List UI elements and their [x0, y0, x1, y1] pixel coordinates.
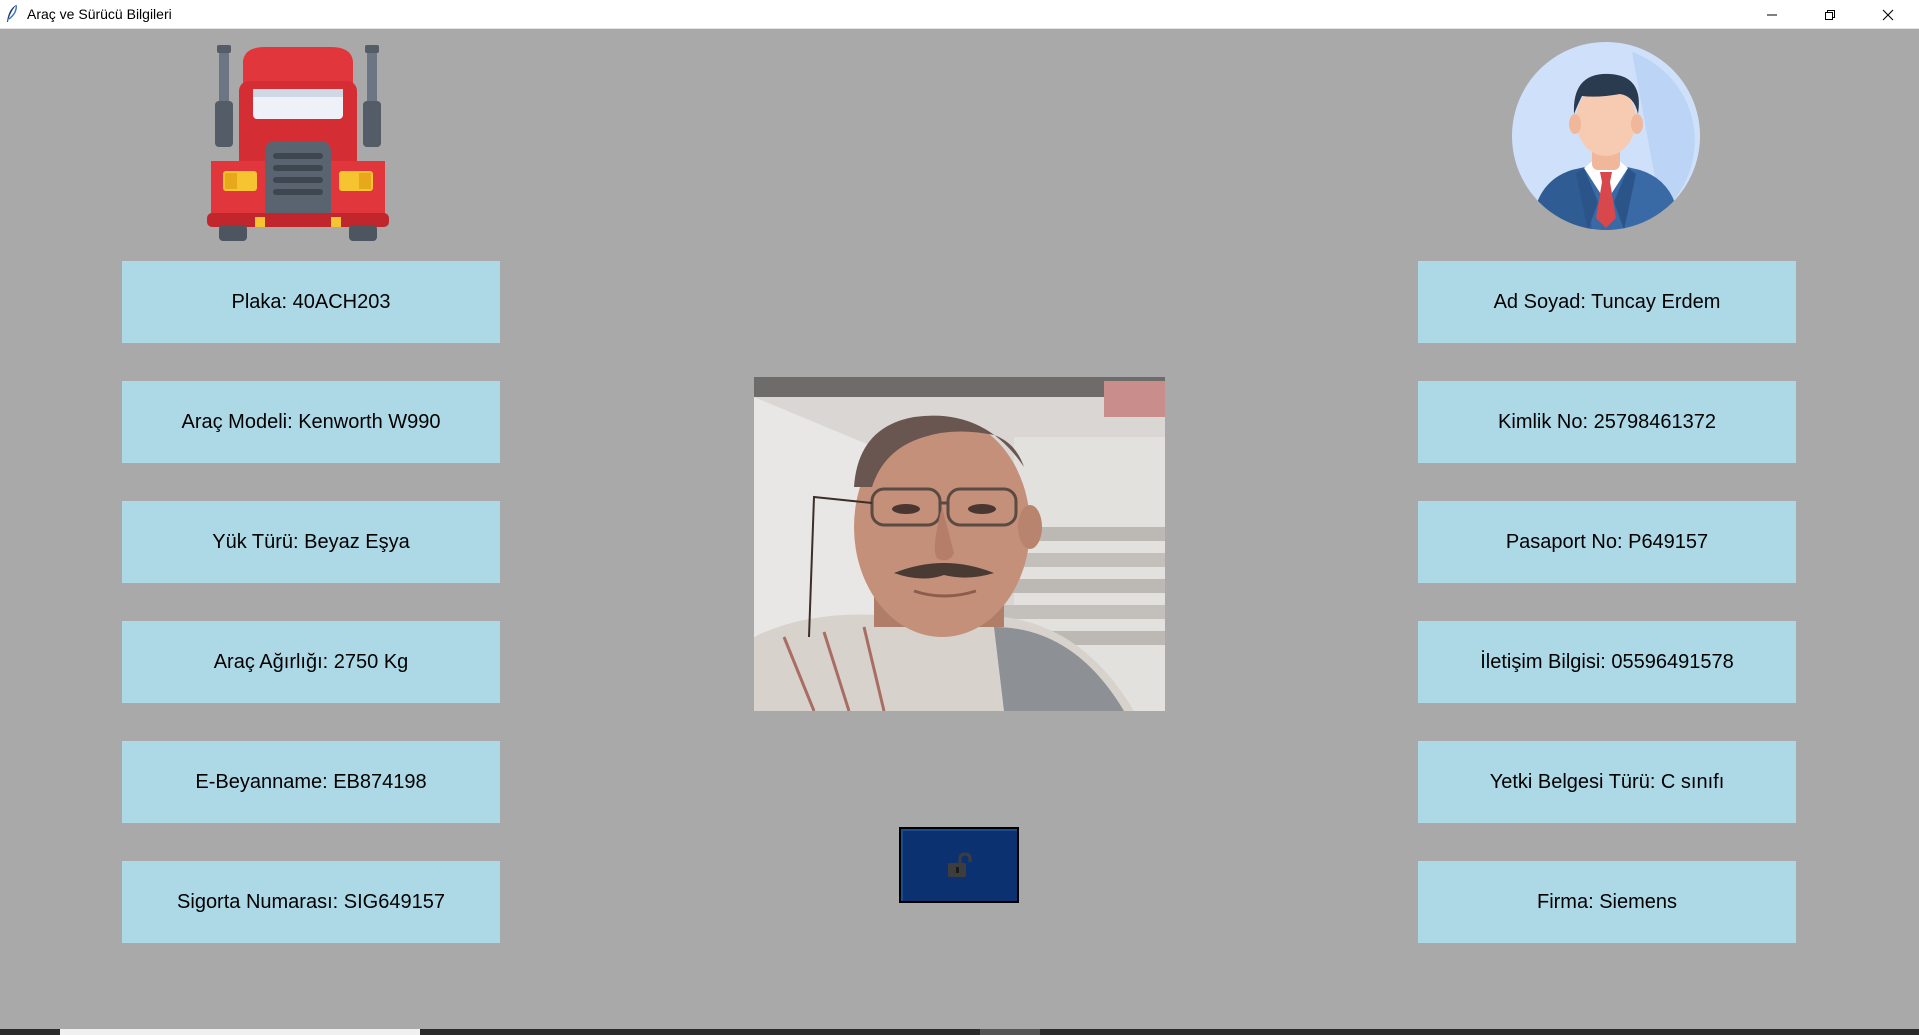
close-icon [1882, 9, 1894, 20]
minimize-icon [1767, 14, 1777, 15]
vehicle-model-label: Araç Modeli: Kenworth W990 [122, 381, 500, 463]
title-bar: Araç ve Sürücü Bilgileri [0, 0, 1919, 29]
unlocked-padlock-icon [948, 852, 972, 877]
driver-name-label: Ad Soyad: Tuncay Erdem [1418, 261, 1796, 343]
license-type-label: Yetki Belgesi Türü: C sınıfı [1418, 741, 1796, 823]
driver-avatar-icon [1512, 42, 1700, 230]
passport-number-label: Pasaport No: P649157 [1418, 501, 1796, 583]
maximize-button[interactable] [1801, 0, 1859, 29]
company-label: Firma: Siemens [1418, 861, 1796, 943]
insurance-number-label: Sigorta Numarası: SIG649157 [122, 861, 500, 943]
taskbar-strip [0, 1029, 1919, 1035]
contact-info-label: İletişim Bilgisi: 05596491578 [1418, 621, 1796, 703]
e-declaration-label: E-Beyanname: EB874198 [122, 741, 500, 823]
main-window-content: Plaka: 40ACH203 Araç Modeli: Kenworth W9… [0, 29, 1919, 1029]
cargo-type-label: Yük Türü: Beyaz Eşya [122, 501, 500, 583]
restore-icon [1825, 9, 1835, 20]
minimize-button[interactable] [1743, 0, 1801, 29]
id-number-label: Kimlik No: 25798461372 [1418, 381, 1796, 463]
unlock-button[interactable] [899, 827, 1019, 903]
feather-icon [7, 4, 17, 22]
truck-icon [207, 45, 389, 241]
close-button[interactable] [1859, 0, 1917, 29]
driver-photo [754, 377, 1165, 711]
taskbar-item [980, 1029, 1040, 1035]
plate-label: Plaka: 40ACH203 [122, 261, 500, 343]
window-title: Araç ve Sürücü Bilgileri [27, 6, 172, 22]
taskbar-active-item [60, 1029, 420, 1035]
vehicle-weight-label: Araç Ağırlığı: 2750 Kg [122, 621, 500, 703]
